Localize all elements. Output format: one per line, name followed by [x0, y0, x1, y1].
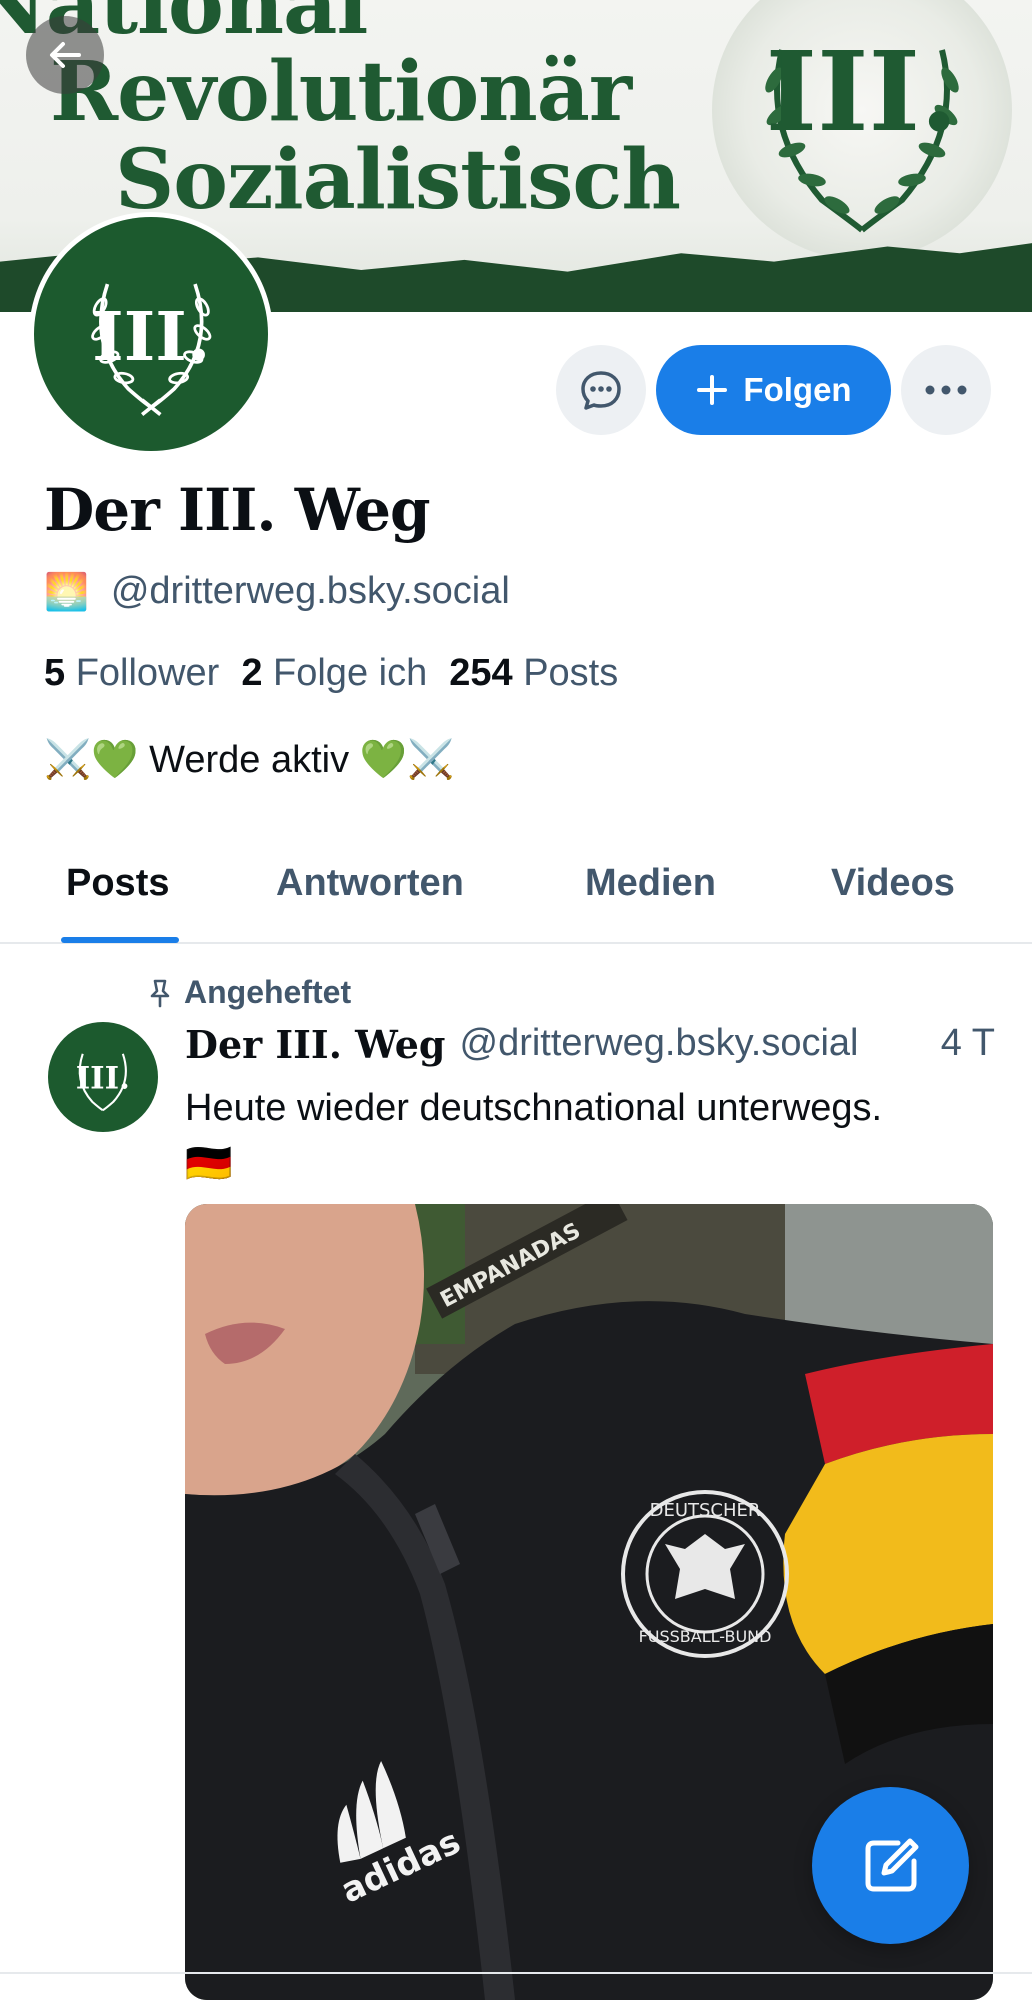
- post-author-avatar[interactable]: III.: [48, 1022, 158, 1132]
- profile-avatar[interactable]: III.: [29, 212, 273, 456]
- post-timestamp[interactable]: 4 T: [941, 1022, 995, 1067]
- post-text: Heute wieder deutschnational unterwegs. …: [185, 1080, 1005, 1192]
- profile-handle-row: 🌅 @dritterweg.bsky.social: [44, 570, 510, 613]
- banner-emblem: III.: [712, 0, 1012, 260]
- tab-antworten[interactable]: Antworten: [276, 862, 464, 905]
- following-stat[interactable]: 2 Folge ich: [241, 652, 427, 695]
- tab-posts[interactable]: Posts: [66, 862, 169, 905]
- plus-icon: [697, 375, 728, 405]
- chat-bubble-icon: [581, 371, 621, 410]
- wreath-emblem-icon: III.: [76, 1053, 130, 1112]
- profile-bio: ⚔️💚 Werde aktiv 💚⚔️: [44, 739, 455, 781]
- arrow-left-icon: [50, 42, 81, 68]
- post-header: Der III. Weg @dritterweg.bsky.social 4 T: [185, 1022, 995, 1067]
- banner-line-1: National: [0, 0, 368, 53]
- followers-stat[interactable]: 5 Follower: [44, 652, 219, 695]
- svg-text:III.: III.: [92, 297, 210, 376]
- svg-text:III.: III.: [76, 1061, 130, 1097]
- profile-handle: @dritterweg.bsky.social: [110, 570, 510, 612]
- sunrise-emoji: 🌅: [44, 570, 89, 612]
- svg-text:III.: III.: [766, 27, 959, 156]
- post-author-handle[interactable]: @dritterweg.bsky.social: [460, 1022, 859, 1067]
- post-author-name[interactable]: Der III. Weg: [185, 1022, 446, 1067]
- active-tab-indicator: [61, 937, 179, 943]
- more-options-button[interactable]: [901, 345, 991, 435]
- post-text-body: Heute wieder deutschnational unterwegs.: [185, 1087, 883, 1129]
- svg-text:FUSSBALL-BUND: FUSSBALL-BUND: [639, 1627, 772, 1646]
- profile-display-name: Der III. Weg: [44, 476, 431, 544]
- follow-button[interactable]: Folgen: [656, 345, 891, 435]
- posts-stat: 254 Posts: [449, 652, 619, 694]
- banner-slogan: National Revolutionär Sozialistisch: [0, 0, 681, 228]
- banner-line-3: Sozialistisch: [115, 132, 681, 228]
- back-button[interactable]: [26, 16, 104, 94]
- profile-stats: 5 Follower 2 Folge ich 254 Posts: [44, 652, 618, 695]
- flag-emoji: 🇩🇪: [185, 1143, 233, 1185]
- compose-button[interactable]: [812, 1787, 969, 1944]
- ellipsis-icon: [925, 385, 967, 395]
- compose-pen-icon: [865, 1838, 918, 1891]
- banner-line-2: Revolutionär: [50, 44, 632, 140]
- message-button[interactable]: [556, 345, 646, 435]
- tab-videos[interactable]: Videos: [831, 862, 955, 905]
- post-divider: [0, 1972, 1032, 1974]
- svg-text:DEUTSCHER: DEUTSCHER: [650, 1500, 761, 1521]
- wreath-emblem-icon: III.: [90, 283, 212, 416]
- follow-label: Folgen: [743, 371, 852, 408]
- pin-icon: [150, 979, 170, 1007]
- pinned-label: Angeheftet: [184, 974, 352, 1010]
- pinned-indicator: Angeheftet: [146, 974, 351, 1011]
- tab-medien[interactable]: Medien: [585, 862, 716, 905]
- profile-tabs: Posts Antworten Medien Videos: [0, 826, 1032, 944]
